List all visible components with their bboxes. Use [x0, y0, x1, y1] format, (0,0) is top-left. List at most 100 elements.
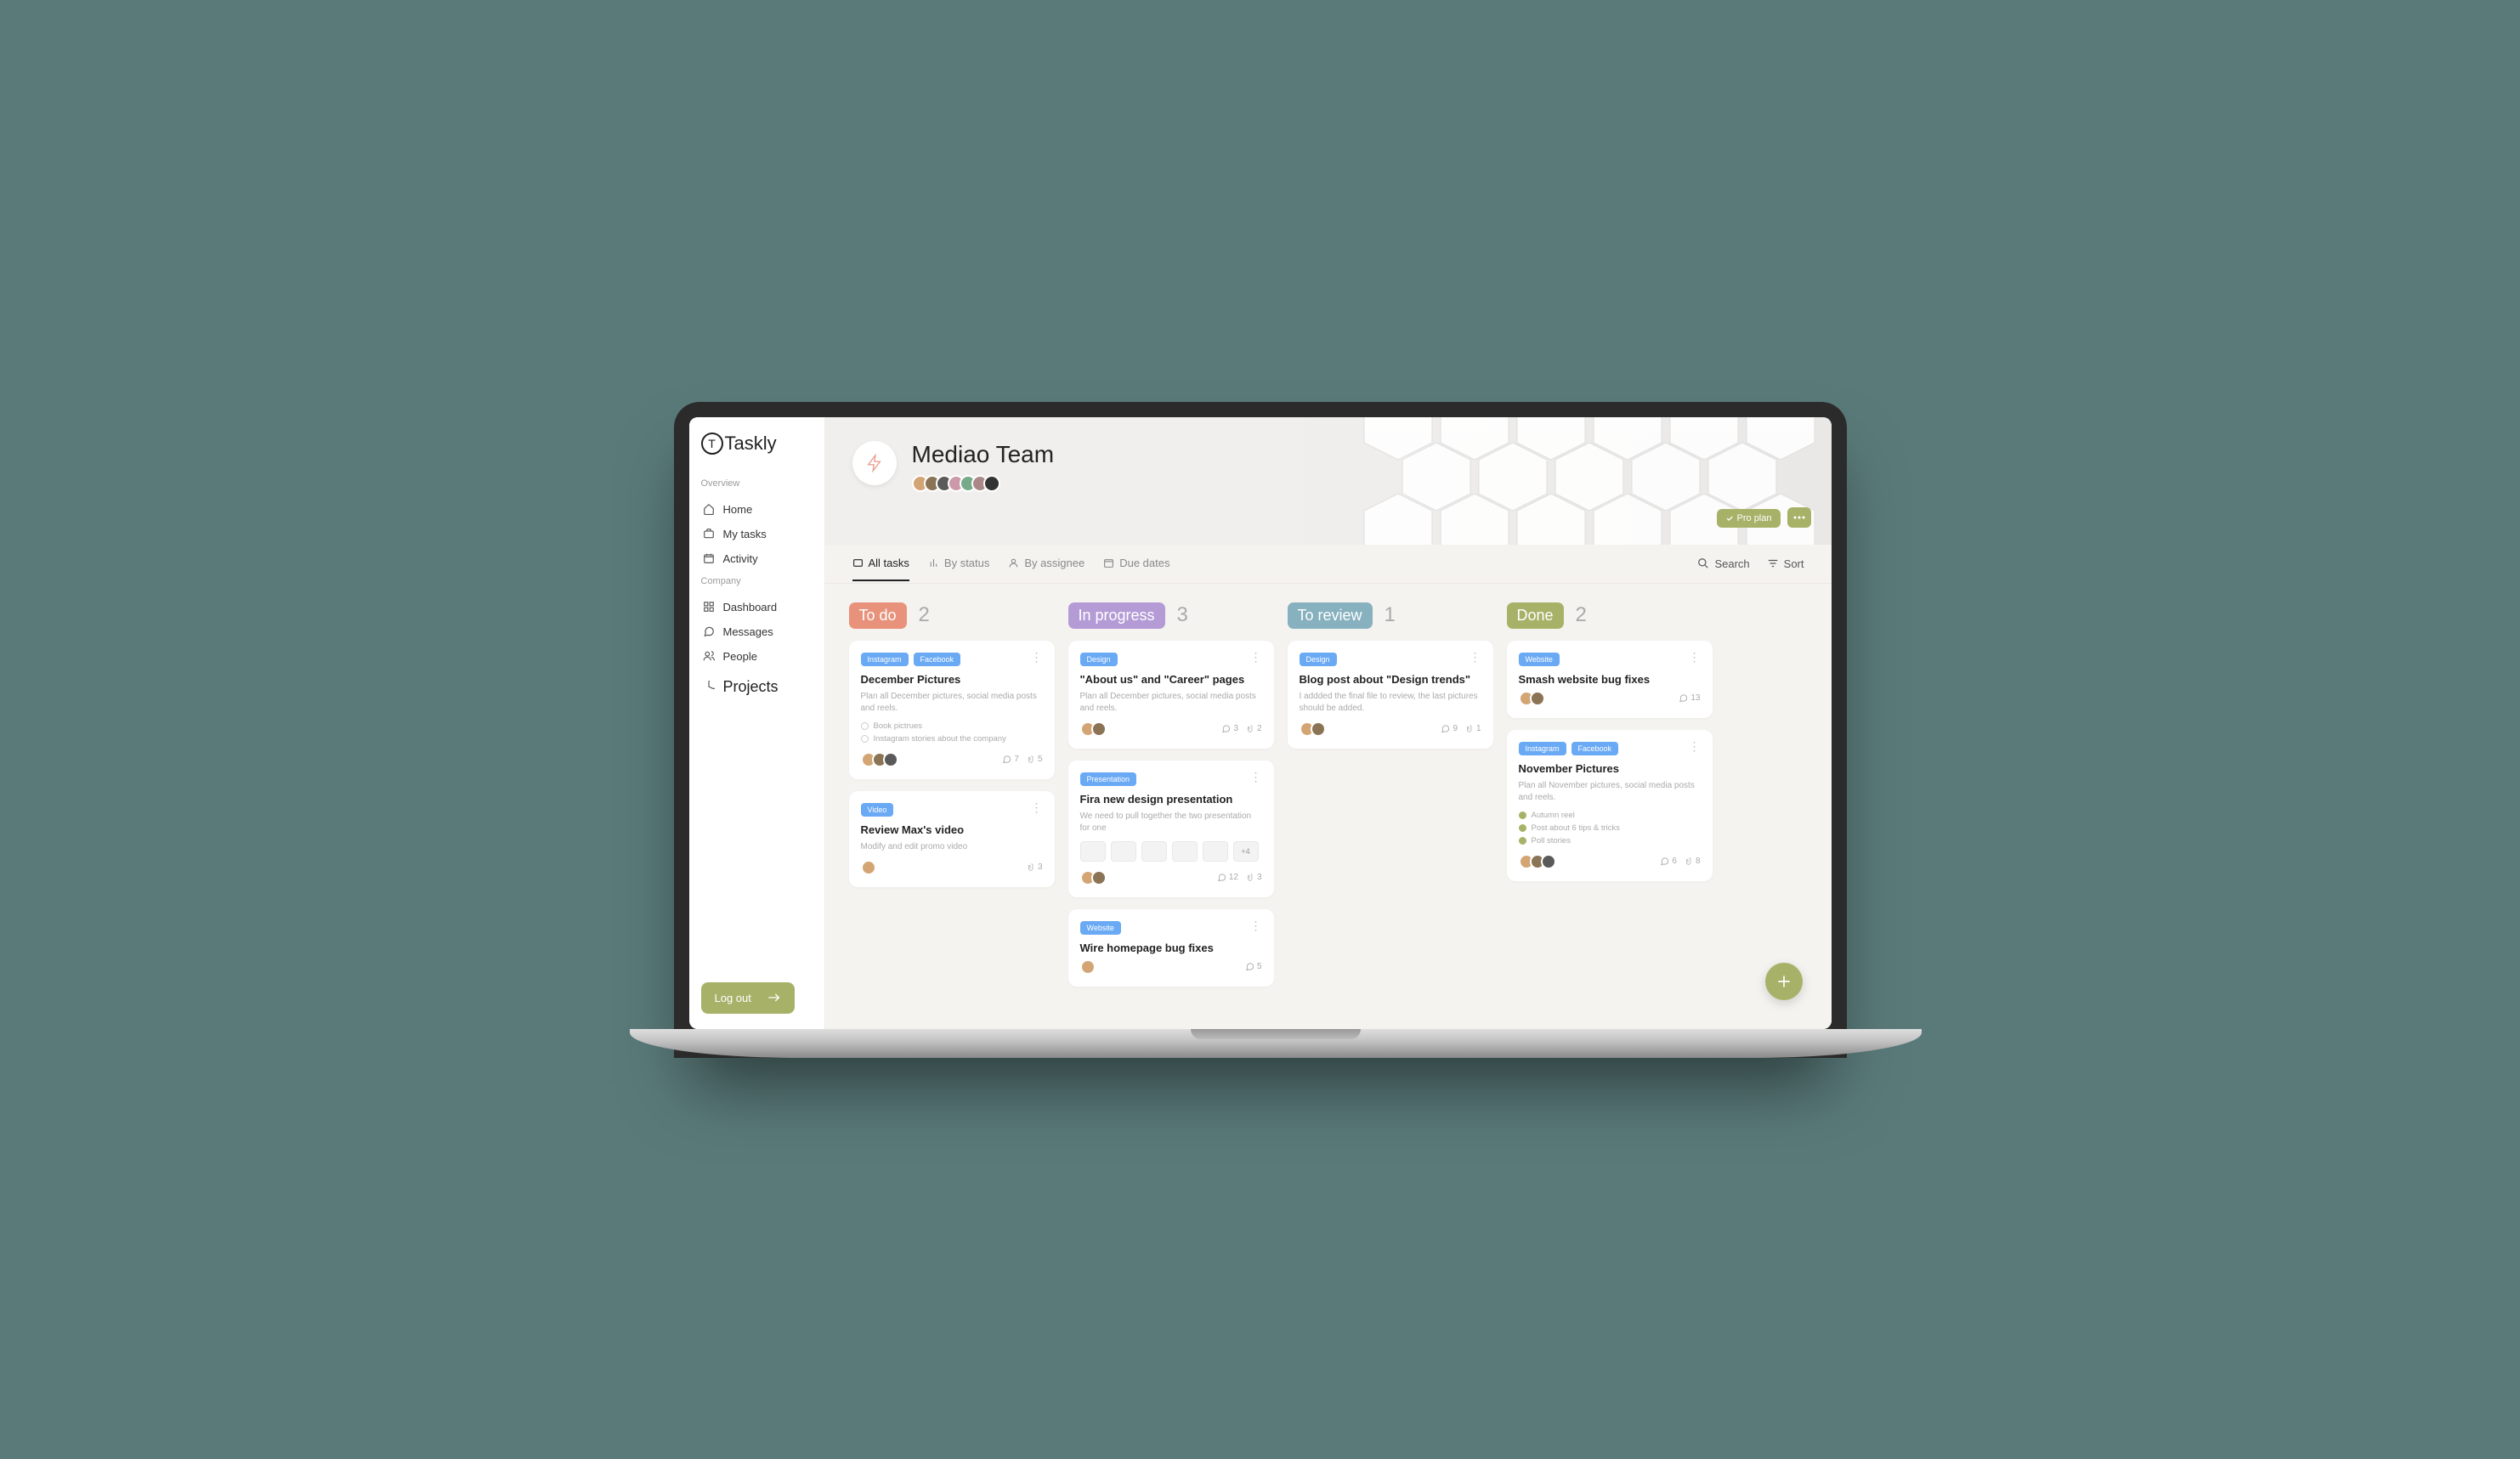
- card-description: Plan all November pictures, social media…: [1519, 780, 1701, 804]
- tab-label: By status: [944, 557, 989, 569]
- attachments-count[interactable]: 8: [1685, 857, 1701, 866]
- card-title: November Pictures: [1519, 762, 1701, 775]
- task-card[interactable]: Website⋮Wire homepage bug fixes5: [1068, 909, 1274, 987]
- column-tag: In progress: [1068, 602, 1165, 629]
- checklist-item[interactable]: Poll stories: [1519, 836, 1701, 845]
- sidebar-item-my-tasks[interactable]: My tasks: [701, 522, 813, 546]
- card-assignees[interactable]: [1519, 691, 1545, 706]
- attachment-icon: [1247, 873, 1254, 882]
- header-more-button[interactable]: [1787, 507, 1811, 528]
- card-menu-button[interactable]: ⋮: [1689, 742, 1701, 750]
- card-assignees[interactable]: [1080, 959, 1096, 975]
- sidebar-item-people[interactable]: People: [701, 644, 813, 669]
- card-menu-button[interactable]: ⋮: [1031, 803, 1043, 811]
- tab-by-status[interactable]: By status: [928, 546, 989, 581]
- card-title: Review Max's video: [861, 823, 1043, 836]
- comment-icon: [1245, 962, 1254, 971]
- checkbox-icon: [861, 722, 869, 730]
- thumbnail[interactable]: [1141, 841, 1167, 862]
- logout-button[interactable]: Log out: [701, 982, 795, 1014]
- team-members-avatars[interactable]: [912, 475, 1055, 492]
- comments-count[interactable]: 7: [1002, 755, 1019, 764]
- card-menu-button[interactable]: ⋮: [1470, 653, 1481, 661]
- checklist-item[interactable]: Book pictrues: [861, 721, 1043, 731]
- comment-icon: [1002, 755, 1011, 764]
- sidebar-item-dashboard[interactable]: Dashboard: [701, 595, 813, 619]
- card-label: Design: [1300, 653, 1337, 666]
- thumbnail[interactable]: [1080, 841, 1106, 862]
- checkbox-icon: [1519, 811, 1526, 819]
- tab-label: Due dates: [1119, 557, 1169, 569]
- checklist-item[interactable]: Post about 6 tips & tricks: [1519, 823, 1701, 833]
- card-assignees[interactable]: [861, 860, 876, 875]
- task-card[interactable]: Design⋮Blog post about "Design trends"I …: [1288, 641, 1493, 749]
- sidebar-item-label: Dashboard: [723, 601, 778, 614]
- card-title: Fira new design presentation: [1080, 793, 1262, 806]
- task-card[interactable]: Presentation⋮Fira new design presentatio…: [1068, 761, 1274, 897]
- comments-count[interactable]: 12: [1217, 873, 1238, 882]
- comment-icon: [1221, 724, 1231, 733]
- comments-count[interactable]: 3: [1221, 724, 1238, 733]
- card-menu-button[interactable]: ⋮: [1250, 653, 1262, 661]
- checklist-item[interactable]: Autumn reel: [1519, 811, 1701, 820]
- card-label: Design: [1080, 653, 1118, 666]
- checklist-item[interactable]: Instagram stories about the company: [861, 734, 1043, 744]
- briefcase-icon: [703, 528, 715, 540]
- comments-count[interactable]: 9: [1441, 724, 1458, 733]
- task-card[interactable]: InstagramFacebook⋮December PicturesPlan …: [849, 641, 1055, 779]
- section-label-company: Company: [701, 576, 813, 586]
- column-count: 1: [1385, 603, 1396, 627]
- task-card[interactable]: Website⋮Smash website bug fixes13: [1507, 641, 1713, 718]
- sidebar-item-activity[interactable]: Activity: [701, 546, 813, 571]
- card-title: December Pictures: [861, 673, 1043, 686]
- task-card[interactable]: Video⋮Review Max's videoModify and edit …: [849, 791, 1055, 887]
- card-menu-button[interactable]: ⋮: [1250, 921, 1262, 930]
- attachments-count[interactable]: 1: [1466, 724, 1481, 733]
- sidebar-item-label: Messages: [723, 625, 773, 638]
- add-task-fab[interactable]: [1765, 963, 1803, 1000]
- plan-badge[interactable]: Pro plan: [1717, 509, 1781, 528]
- card-assignees[interactable]: [1300, 721, 1326, 737]
- comment-icon: [1679, 693, 1688, 703]
- sidebar-item-home[interactable]: Home: [701, 497, 813, 522]
- comments-count[interactable]: 13: [1679, 693, 1700, 703]
- tab-all-tasks[interactable]: All tasks: [852, 546, 909, 581]
- comment-icon: [1441, 724, 1450, 733]
- tab-due-dates[interactable]: Due dates: [1103, 546, 1169, 581]
- sort-button[interactable]: Sort: [1767, 557, 1804, 570]
- page-header: Mediao Team Pro plan: [825, 417, 1832, 545]
- card-assignees[interactable]: [1080, 870, 1107, 885]
- comments-count[interactable]: 5: [1245, 962, 1262, 971]
- sidebar-item-projects[interactable]: Projects: [701, 672, 813, 702]
- thumbnail[interactable]: [1203, 841, 1228, 862]
- thumbnail[interactable]: [1111, 841, 1136, 862]
- card-menu-button[interactable]: ⋮: [1250, 772, 1262, 781]
- attachments-count[interactable]: 2: [1247, 724, 1262, 733]
- task-card[interactable]: Design⋮"About us" and "Career" pagesPlan…: [1068, 641, 1274, 749]
- card-assignees[interactable]: [1080, 721, 1107, 737]
- column-in-progress: In progress3Design⋮"About us" and "Caree…: [1068, 602, 1274, 1010]
- thumbnail-more[interactable]: +4: [1233, 841, 1259, 862]
- attachments-count[interactable]: 5: [1028, 755, 1043, 764]
- card-menu-button[interactable]: ⋮: [1031, 653, 1043, 661]
- bars-icon: [928, 557, 939, 568]
- card-assignees[interactable]: [861, 752, 898, 767]
- attachments-count[interactable]: 3: [1247, 873, 1262, 882]
- attachment-icon: [1685, 857, 1693, 866]
- thumbnail[interactable]: [1172, 841, 1198, 862]
- comment-icon: [1217, 873, 1226, 882]
- card-checklist: Book pictrues Instagram stories about the…: [861, 721, 1043, 744]
- card-label: Video: [861, 803, 894, 817]
- user-icon: [1008, 557, 1019, 568]
- card-assignees[interactable]: [1519, 854, 1556, 869]
- attachment-icon: [1247, 724, 1254, 733]
- task-card[interactable]: InstagramFacebook⋮November PicturesPlan …: [1507, 730, 1713, 881]
- sidebar-item-messages[interactable]: Messages: [701, 619, 813, 644]
- app-name: Taskly: [725, 433, 777, 455]
- search-button[interactable]: Search: [1697, 557, 1749, 570]
- attachments-count[interactable]: 3: [1028, 862, 1043, 872]
- comments-count[interactable]: 6: [1660, 857, 1677, 866]
- card-menu-button[interactable]: ⋮: [1689, 653, 1701, 661]
- tab-by-assignee[interactable]: By assignee: [1008, 546, 1084, 581]
- app-logo: TTaskly: [701, 433, 813, 455]
